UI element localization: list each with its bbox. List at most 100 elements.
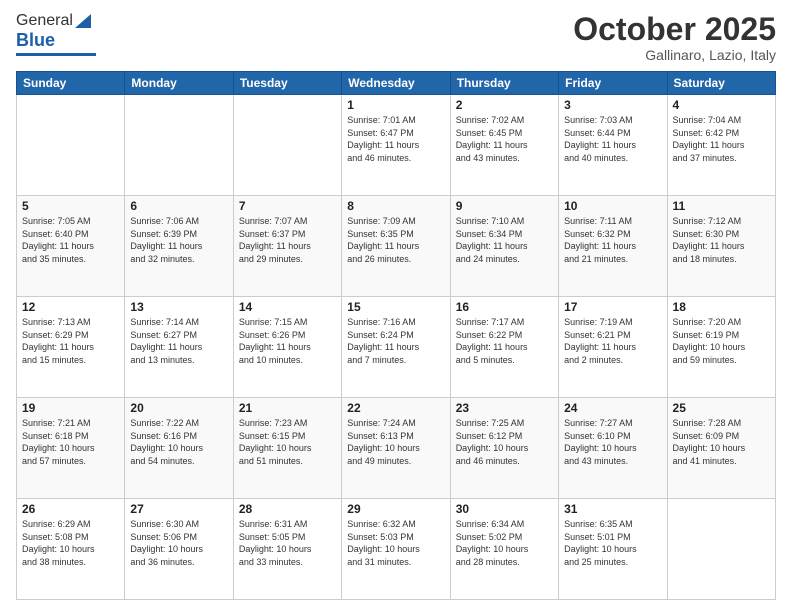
day-number: 11: [673, 199, 770, 213]
table-row: 5 Sunrise: 7:05 AM Sunset: 6:40 PM Daylig…: [17, 196, 125, 297]
table-row: 28 Sunrise: 6:31 AM Sunset: 5:05 PM Dayli…: [233, 499, 341, 600]
col-monday: Monday: [125, 72, 233, 95]
table-row: [17, 95, 125, 196]
day-number: 3: [564, 98, 661, 112]
location-subtitle: Gallinaro, Lazio, Italy: [573, 47, 776, 63]
header: General Blue October 2025 Gallinaro, Laz…: [16, 12, 776, 63]
day-info: Sunrise: 7:12 AM Sunset: 6:30 PM Dayligh…: [673, 215, 770, 265]
table-row: 13 Sunrise: 7:14 AM Sunset: 6:27 PM Dayli…: [125, 297, 233, 398]
table-row: 16 Sunrise: 7:17 AM Sunset: 6:22 PM Dayli…: [450, 297, 558, 398]
day-number: 31: [564, 502, 661, 516]
day-info: Sunrise: 6:35 AM Sunset: 5:01 PM Dayligh…: [564, 518, 661, 568]
day-info: Sunrise: 7:15 AM Sunset: 6:26 PM Dayligh…: [239, 316, 336, 366]
day-info: Sunrise: 7:14 AM Sunset: 6:27 PM Dayligh…: [130, 316, 227, 366]
day-info: Sunrise: 7:25 AM Sunset: 6:12 PM Dayligh…: [456, 417, 553, 467]
title-block: October 2025 Gallinaro, Lazio, Italy: [573, 12, 776, 63]
day-number: 8: [347, 199, 444, 213]
day-number: 5: [22, 199, 119, 213]
day-number: 26: [22, 502, 119, 516]
table-row: 31 Sunrise: 6:35 AM Sunset: 5:01 PM Dayli…: [559, 499, 667, 600]
day-number: 27: [130, 502, 227, 516]
table-row: 8 Sunrise: 7:09 AM Sunset: 6:35 PM Daylig…: [342, 196, 450, 297]
table-row: 23 Sunrise: 7:25 AM Sunset: 6:12 PM Dayli…: [450, 398, 558, 499]
table-row: [125, 95, 233, 196]
day-info: Sunrise: 7:07 AM Sunset: 6:37 PM Dayligh…: [239, 215, 336, 265]
day-number: 28: [239, 502, 336, 516]
day-info: Sunrise: 6:30 AM Sunset: 5:06 PM Dayligh…: [130, 518, 227, 568]
col-sunday: Sunday: [17, 72, 125, 95]
day-info: Sunrise: 7:19 AM Sunset: 6:21 PM Dayligh…: [564, 316, 661, 366]
table-row: 4Sunrise: 7:04 AM Sunset: 6:42 PM Daylig…: [667, 95, 775, 196]
calendar-week-row: 1Sunrise: 7:01 AM Sunset: 6:47 PM Daylig…: [17, 95, 776, 196]
day-number: 24: [564, 401, 661, 415]
table-row: [233, 95, 341, 196]
calendar-table: Sunday Monday Tuesday Wednesday Thursday…: [16, 71, 776, 600]
day-info: Sunrise: 7:09 AM Sunset: 6:35 PM Dayligh…: [347, 215, 444, 265]
day-info: Sunrise: 6:29 AM Sunset: 5:08 PM Dayligh…: [22, 518, 119, 568]
day-number: 17: [564, 300, 661, 314]
logo-underline: [16, 53, 96, 56]
day-info: Sunrise: 7:28 AM Sunset: 6:09 PM Dayligh…: [673, 417, 770, 467]
logo-triangle-icon: [75, 14, 91, 28]
month-title: October 2025: [573, 12, 776, 47]
table-row: 15 Sunrise: 7:16 AM Sunset: 6:24 PM Dayli…: [342, 297, 450, 398]
header-row: Sunday Monday Tuesday Wednesday Thursday…: [17, 72, 776, 95]
table-row: 2 Sunrise: 7:02 AM Sunset: 6:45 PM Daylig…: [450, 95, 558, 196]
calendar-week-row: 5 Sunrise: 7:05 AM Sunset: 6:40 PM Daylig…: [17, 196, 776, 297]
day-number: 15: [347, 300, 444, 314]
table-row: 11 Sunrise: 7:12 AM Sunset: 6:30 PM Dayli…: [667, 196, 775, 297]
day-info: Sunrise: 7:01 AM Sunset: 6:47 PM Dayligh…: [347, 114, 444, 164]
table-row: 7Sunrise: 7:07 AM Sunset: 6:37 PM Daylig…: [233, 196, 341, 297]
day-number: 29: [347, 502, 444, 516]
table-row: 25 Sunrise: 7:28 AM Sunset: 6:09 PM Dayli…: [667, 398, 775, 499]
day-number: 14: [239, 300, 336, 314]
table-row: 1Sunrise: 7:01 AM Sunset: 6:47 PM Daylig…: [342, 95, 450, 196]
day-info: Sunrise: 7:16 AM Sunset: 6:24 PM Dayligh…: [347, 316, 444, 366]
day-number: 25: [673, 401, 770, 415]
table-row: 20Sunrise: 7:22 AM Sunset: 6:16 PM Dayli…: [125, 398, 233, 499]
table-row: 22Sunrise: 7:24 AM Sunset: 6:13 PM Dayli…: [342, 398, 450, 499]
table-row: 29Sunrise: 6:32 AM Sunset: 5:03 PM Dayli…: [342, 499, 450, 600]
table-row: 12 Sunrise: 7:13 AM Sunset: 6:29 PM Dayli…: [17, 297, 125, 398]
table-row: 21 Sunrise: 7:23 AM Sunset: 6:15 PM Dayli…: [233, 398, 341, 499]
day-number: 18: [673, 300, 770, 314]
day-info: Sunrise: 7:21 AM Sunset: 6:18 PM Dayligh…: [22, 417, 119, 467]
day-info: Sunrise: 7:10 AM Sunset: 6:34 PM Dayligh…: [456, 215, 553, 265]
table-row: 9 Sunrise: 7:10 AM Sunset: 6:34 PM Daylig…: [450, 196, 558, 297]
logo-blue-text: Blue: [16, 30, 55, 51]
col-saturday: Saturday: [667, 72, 775, 95]
day-info: Sunrise: 7:05 AM Sunset: 6:40 PM Dayligh…: [22, 215, 119, 265]
day-info: Sunrise: 7:02 AM Sunset: 6:45 PM Dayligh…: [456, 114, 553, 164]
table-row: 30Sunrise: 6:34 AM Sunset: 5:02 PM Dayli…: [450, 499, 558, 600]
col-friday: Friday: [559, 72, 667, 95]
day-number: 12: [22, 300, 119, 314]
table-row: 6Sunrise: 7:06 AM Sunset: 6:39 PM Daylig…: [125, 196, 233, 297]
day-number: 10: [564, 199, 661, 213]
page: General Blue October 2025 Gallinaro, Laz…: [0, 0, 792, 612]
table-row: 3Sunrise: 7:03 AM Sunset: 6:44 PM Daylig…: [559, 95, 667, 196]
logo: General Blue: [16, 12, 96, 56]
table-row: 24 Sunrise: 7:27 AM Sunset: 6:10 PM Dayli…: [559, 398, 667, 499]
day-info: Sunrise: 7:13 AM Sunset: 6:29 PM Dayligh…: [22, 316, 119, 366]
day-number: 6: [130, 199, 227, 213]
day-info: Sunrise: 7:23 AM Sunset: 6:15 PM Dayligh…: [239, 417, 336, 467]
calendar-week-row: 12 Sunrise: 7:13 AM Sunset: 6:29 PM Dayli…: [17, 297, 776, 398]
col-thursday: Thursday: [450, 72, 558, 95]
day-info: Sunrise: 7:04 AM Sunset: 6:42 PM Dayligh…: [673, 114, 770, 164]
day-number: 13: [130, 300, 227, 314]
day-number: 21: [239, 401, 336, 415]
day-number: 23: [456, 401, 553, 415]
day-number: 2: [456, 98, 553, 112]
table-row: 10Sunrise: 7:11 AM Sunset: 6:32 PM Dayli…: [559, 196, 667, 297]
day-info: Sunrise: 7:27 AM Sunset: 6:10 PM Dayligh…: [564, 417, 661, 467]
day-info: Sunrise: 6:31 AM Sunset: 5:05 PM Dayligh…: [239, 518, 336, 568]
col-wednesday: Wednesday: [342, 72, 450, 95]
day-info: Sunrise: 7:17 AM Sunset: 6:22 PM Dayligh…: [456, 316, 553, 366]
day-info: Sunrise: 7:20 AM Sunset: 6:19 PM Dayligh…: [673, 316, 770, 366]
calendar-week-row: 26 Sunrise: 6:29 AM Sunset: 5:08 PM Dayli…: [17, 499, 776, 600]
table-row: 26 Sunrise: 6:29 AM Sunset: 5:08 PM Dayli…: [17, 499, 125, 600]
day-number: 16: [456, 300, 553, 314]
table-row: 19Sunrise: 7:21 AM Sunset: 6:18 PM Dayli…: [17, 398, 125, 499]
day-number: 9: [456, 199, 553, 213]
table-row: 14 Sunrise: 7:15 AM Sunset: 6:26 PM Dayli…: [233, 297, 341, 398]
